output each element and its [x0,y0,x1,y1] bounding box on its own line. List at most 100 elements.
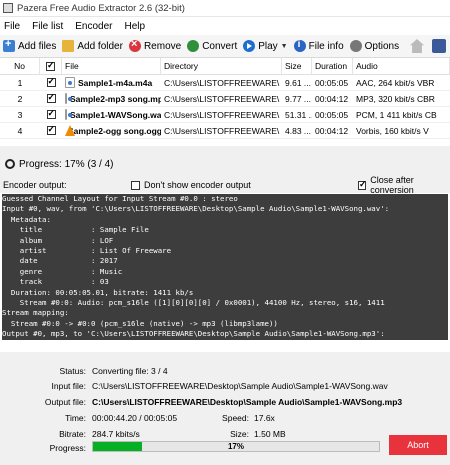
menu-help[interactable]: Help [121,21,154,32]
menu-file[interactable]: File [0,21,28,32]
console-line: artist : List Of Freeware [2,246,448,257]
table-row[interactable]: 3 Sample1-WAVSong.wav C:\Users\LISTOFFRE… [0,107,450,123]
remove-icon [128,38,141,52]
menu-encoder[interactable]: Encoder [71,21,120,32]
column-header-file[interactable]: File [62,58,161,74]
bitrate-label: Bitrate: [59,429,86,439]
convert-icon [187,40,200,52]
row-number: 4 [17,125,23,136]
file-table: No File Directory Size Duration Audio 1 … [0,58,450,146]
abort-button[interactable]: Abort [389,435,447,455]
table-row[interactable]: 1 Sample1-m4a.m4a C:\Users\LISTOFFREEWAR… [0,75,450,91]
row-duration: 00:04:12 [315,125,349,136]
row-directory: C:\Users\LISTOFFREEWARE\ [164,77,280,88]
console-line: Metadata: [2,214,448,226]
app-icon [3,3,13,13]
gear-icon [349,40,362,52]
table-row[interactable]: 2 Sample2-mp3 song.mp3 C:\Users\LISTOFFR… [0,91,450,107]
add-folder-button[interactable]: Add folder [62,36,123,56]
row-file: Sample1-m4a.m4a [78,77,153,88]
remove-button[interactable]: Remove [128,36,182,56]
row-file: Sample1-WAVSong.wav [70,109,161,120]
console-line: Input #0, wav, from 'C:\Users\LISTOFFREE… [2,204,448,215]
row-size: 4.83 ... [285,125,311,136]
select-all-checkbox[interactable] [46,60,55,71]
convert-button[interactable]: Convert [187,36,237,56]
dont-show-output-checkbox[interactable] [131,180,140,190]
close-after-label: Close after conversion [370,175,414,195]
row-duration: 00:05:05 [315,77,349,88]
row-number: 1 [17,77,23,88]
play-button[interactable]: Play ▼ [243,36,288,56]
output-file-value: C:\Users\LISTOFFREEWARE\Desktop\Sample A… [92,397,403,407]
table-header: No File Directory Size Duration Audio [0,58,450,75]
speed-label: Speed: [222,413,249,423]
row-file: Sample2-ogg song.ogg [68,125,161,136]
time-label: Time: [65,413,86,423]
row-audio: Vorbis, 160 kbit/s V [356,125,429,136]
home-icon[interactable] [410,39,424,53]
row-directory: C:\Users\LISTOFFREEWARE\ [164,93,280,104]
console-line: Output #0, mp3, to 'C:\Users\LISTOFFREEW… [2,329,448,340]
close-after-option[interactable]: Close after conversion [358,175,450,195]
add-files-button[interactable]: Add files [3,36,56,56]
size-value: 1.50 MB [254,429,286,439]
row-checkbox[interactable] [46,76,56,87]
encoder-output-label: Encoder output: [3,180,67,190]
console-line: date : 2017 [2,256,448,267]
column-header-audio[interactable]: Audio [353,58,450,74]
column-header-no[interactable]: No [0,58,40,74]
time-value: 00:00:44.20 / 00:05:05 [92,413,178,423]
status-value: Converting file: 3 / 4 [92,366,168,376]
add-files-label: Add files [18,40,57,52]
row-audio: MP3, 320 kbit/s CBR [356,93,435,104]
options-label: Options [364,40,400,52]
row-checkbox[interactable] [46,124,56,135]
file-info-label: File info [308,40,344,52]
row-number: 2 [17,93,23,104]
row-size: 9.61 ... [285,77,311,88]
row-duration: 00:04:12 [315,93,349,104]
column-header-check[interactable] [40,58,62,74]
size-label: Size: [230,429,249,439]
progress-title: Progress: 17% (3 / 4) [0,155,450,173]
window-title: Pazera Free Audio Extractor 2.6 (32-bit) [17,2,185,14]
dont-show-output-option[interactable]: Don't show encoder output [131,180,251,190]
input-file-value: C:\Users\LISTOFFREEWARE\Desktop\Sample A… [92,381,388,391]
encoder-output-row: Encoder output: Don't show encoder outpu… [0,175,450,195]
row-duration: 00:05:05 [315,109,349,120]
close-after-checkbox[interactable] [358,179,367,190]
column-header-directory[interactable]: Directory [161,58,282,74]
row-file: Sample2-mp3 song.mp3 [70,93,161,104]
progress-title-text: Progress: 17% (3 / 4) [19,158,114,170]
console-line: Stream #0:0: Audio: pcm_s16le ([1][0][0]… [2,298,448,309]
output-file-label: Output file: [44,397,86,407]
console-line: title : Sample File [2,225,448,236]
menu-file-list[interactable]: File list [28,21,71,32]
console-line: Stream #0:0 -> #0:0 (pcm_s16le (native) … [2,318,448,330]
facebook-icon[interactable] [432,39,446,53]
audio-file-icon [65,77,75,88]
progress-label: Progress: [49,443,86,453]
remove-label: Remove [143,40,182,52]
chevron-down-icon[interactable]: ▼ [281,43,288,50]
options-button[interactable]: Options [349,36,400,56]
table-row[interactable]: 4 Sample2-ogg song.ogg C:\Users\LISTOFFR… [0,123,450,139]
dont-show-output-label: Don't show encoder output [144,180,251,190]
play-icon [243,40,256,52]
row-checkbox[interactable] [46,108,56,119]
row-checkbox[interactable] [46,92,56,103]
convert-label: Convert [202,40,238,52]
toolbar: Add files Add folder Remove Convert Play… [0,35,450,58]
console-line: genre : Music [2,266,448,278]
file-info-button[interactable]: File info [293,36,344,56]
speed-value: 17.6x [254,413,275,423]
console-line: Duration: 00:05:05.01, bitrate: 1411 kb/… [2,287,448,299]
add-files-icon [3,38,15,52]
encoder-console[interactable]: Guessed Channel Layout for Input Stream … [0,193,450,352]
column-header-size[interactable]: Size [282,58,312,74]
column-header-duration[interactable]: Duration [312,58,353,74]
row-size: 9.77 ... [285,93,311,104]
console-line: Guessed Channel Layout for Input Stream … [2,194,448,205]
row-audio: AAC, 264 kbit/s VBR [356,77,435,88]
